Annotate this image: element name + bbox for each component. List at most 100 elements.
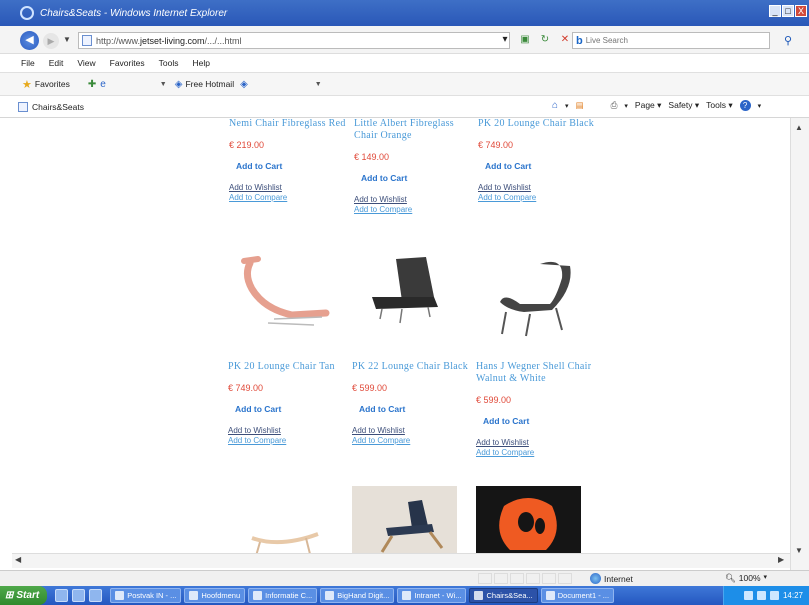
scroll-right-icon[interactable]: ▶ [778, 555, 784, 564]
add-to-wishlist-link[interactable]: Add to Wishlist [228, 426, 348, 435]
product-image-shell-chair[interactable] [490, 258, 580, 338]
menu-view[interactable]: View [77, 58, 95, 68]
add-to-compare-link[interactable]: Add to Compare [354, 205, 474, 214]
zoom-level[interactable]: 100% [739, 573, 761, 584]
zoom-icon[interactable]: 🔍︎ [725, 573, 736, 584]
add-to-cart-link[interactable]: Add to Cart [235, 404, 348, 414]
add-to-cart-link[interactable]: Add to Cart [483, 416, 596, 426]
tray-icon[interactable] [769, 591, 779, 600]
product-image-pk20-tan[interactable] [234, 253, 334, 333]
suggested-sites-icon[interactable]: e [100, 79, 106, 90]
help-dropdown-icon[interactable]: ▾ [758, 102, 762, 110]
minimize-button[interactable]: _ [769, 5, 781, 17]
product-image-row3-middle[interactable] [352, 486, 457, 556]
quick-launch-icon[interactable] [72, 589, 86, 602]
home-icon[interactable]: ⌂ [552, 100, 558, 111]
home-dropdown-icon[interactable]: ▾ [565, 102, 569, 110]
product-name[interactable]: PK 20 Lounge Chair Black [478, 118, 598, 130]
web-slice-icon[interactable]: ◈ [240, 79, 248, 90]
forward-button[interactable]: ▶ [43, 33, 59, 49]
taskbar-item[interactable]: Postvak IN - ... [110, 588, 182, 603]
product-price: € 149.00 [354, 152, 390, 162]
product-price: € 599.00 [352, 383, 388, 393]
add-to-wishlist-link[interactable]: Add to Wishlist [478, 183, 598, 192]
horizontal-scrollbar[interactable]: ◀ ▶ [12, 553, 790, 568]
ie-logo-icon [20, 6, 34, 20]
product-image-pk22-black[interactable] [362, 253, 452, 333]
add-to-compare-link[interactable]: Add to Compare [476, 448, 596, 457]
page-menu[interactable]: Page ▾ [635, 100, 662, 111]
maximize-button[interactable]: □ [782, 5, 794, 17]
product-name[interactable]: Little Albert Fibreglass Chair Orange [354, 118, 474, 142]
add-to-wishlist-link[interactable]: Add to Wishlist [476, 438, 596, 447]
print-icon[interactable]: ⎙ [611, 100, 618, 111]
free-hotmail-link[interactable]: Free Hotmail [185, 79, 234, 89]
add-to-wishlist-link[interactable]: Add to Wishlist [354, 195, 474, 204]
taskbar-item[interactable]: Informatie C... [248, 588, 318, 603]
search-icon[interactable]: ⚲ [784, 34, 792, 47]
close-button[interactable]: X [795, 5, 807, 17]
back-button[interactable]: ◀ [20, 31, 39, 50]
taskbar-item-active[interactable]: Chairs&Sea... [469, 588, 538, 603]
product-image-row3-right[interactable] [476, 486, 581, 556]
taskbar-item[interactable]: Document1 - ... [540, 588, 615, 603]
url-dropdown-icon[interactable]: ▾ [498, 34, 512, 45]
zoom-control[interactable]: 🔍︎ 100% ▾ [725, 573, 767, 584]
tray-icon[interactable] [743, 591, 753, 600]
product-image-row3-left[interactable] [240, 508, 330, 558]
add-to-wishlist-link[interactable]: Add to Wishlist [352, 426, 472, 435]
url-input[interactable]: http://www.jetset-living.com/.../...html [78, 32, 510, 49]
menu-tools[interactable]: Tools [159, 58, 179, 68]
safety-menu[interactable]: Safety ▾ [668, 100, 699, 111]
menu-favorites[interactable]: Favorites [110, 58, 145, 68]
quick-launch-icon[interactable] [89, 589, 103, 602]
taskbar-item[interactable]: Hoofdmenu [184, 588, 246, 603]
menu-help[interactable]: Help [192, 58, 209, 68]
product-card: PK 20 Lounge Chair Black € 749.00 Add to… [478, 118, 598, 202]
product-name[interactable]: Nemi Chair Fibreglass Red [229, 118, 349, 130]
favorites-dropdown-icon[interactable]: ▼ [160, 81, 167, 88]
history-dropdown-icon[interactable]: ▼ [63, 35, 71, 44]
add-to-compare-link[interactable]: Add to Compare [228, 436, 348, 445]
start-button[interactable]: ⊞ Start [0, 586, 48, 605]
clock[interactable]: 14:27 [783, 591, 803, 600]
zoom-dropdown-icon[interactable]: ▾ [764, 573, 768, 584]
url-text[interactable]: http://www.jetset-living.com/.../...html [96, 36, 242, 46]
add-to-wishlist-link[interactable]: Add to Wishlist [229, 183, 349, 192]
search-input[interactable] [585, 36, 746, 45]
windows-logo-icon: ⊞ [5, 590, 14, 601]
compatibility-icon[interactable]: ▣ [518, 34, 532, 45]
refresh-icon[interactable]: ↻ [538, 34, 552, 45]
tools-menu[interactable]: Tools ▾ [706, 100, 732, 111]
menu-file[interactable]: File [21, 58, 35, 68]
taskbar-item[interactable]: Intranet - Wi... [397, 588, 467, 603]
quick-launch-icon[interactable] [55, 589, 69, 602]
product-name[interactable]: Hans J Wegner Shell Chair Walnut & White [476, 361, 596, 385]
print-dropdown-icon[interactable]: ▾ [624, 102, 628, 110]
add-to-cart-link[interactable]: Add to Cart [361, 173, 474, 183]
scroll-left-icon[interactable]: ◀ [15, 555, 21, 564]
scroll-up-icon[interactable]: ▲ [795, 123, 803, 132]
feeds-icon[interactable]: ▤ [576, 100, 584, 111]
search-box[interactable]: b [572, 32, 770, 49]
favorites-button[interactable]: Favorites [35, 79, 70, 89]
help-icon[interactable]: ? [739, 100, 751, 111]
add-to-compare-link[interactable]: Add to Compare [229, 193, 349, 202]
add-favorite-icon[interactable]: ✚ [88, 79, 96, 90]
add-to-cart-link[interactable]: Add to Cart [359, 404, 472, 414]
product-name[interactable]: PK 22 Lounge Chair Black [352, 361, 472, 373]
more-favorites-icon[interactable]: ▼ [315, 81, 322, 88]
vertical-scrollbar[interactable]: ▲ ▼ [790, 118, 809, 570]
add-to-compare-link[interactable]: Add to Compare [352, 436, 472, 445]
menu-edit[interactable]: Edit [49, 58, 64, 68]
add-to-cart-link[interactable]: Add to Cart [485, 161, 598, 171]
add-to-compare-link[interactable]: Add to Compare [478, 193, 598, 202]
add-to-cart-link[interactable]: Add to Cart [236, 161, 349, 171]
tray-icon[interactable] [756, 591, 766, 600]
taskbar-item[interactable]: BigHand Digit... [320, 588, 395, 603]
tab-chairs-seats[interactable]: Chairs&Seats [18, 99, 84, 115]
product-name[interactable]: PK 20 Lounge Chair Tan [228, 361, 348, 373]
stop-icon[interactable]: ✕ [558, 34, 572, 45]
page-icon [82, 35, 92, 46]
scroll-down-icon[interactable]: ▼ [795, 546, 803, 555]
